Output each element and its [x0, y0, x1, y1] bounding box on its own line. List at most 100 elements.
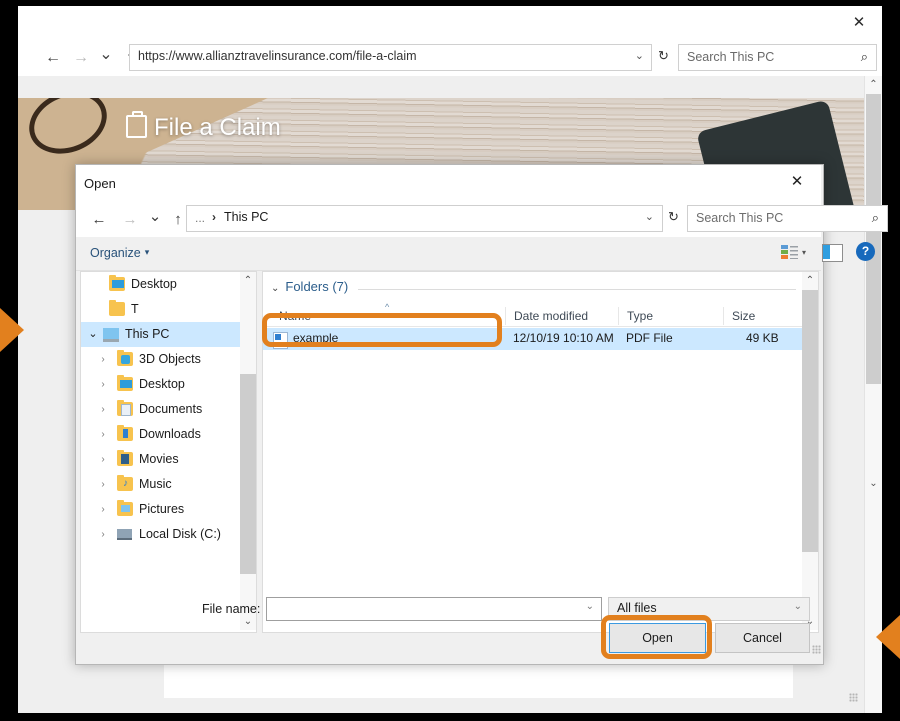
- folder-blue-icon: [117, 374, 133, 391]
- column-header-date-modified[interactable]: Date modified: [505, 307, 624, 325]
- column-header-name[interactable]: Name: [271, 307, 509, 325]
- nav-scrollbar-thumb[interactable]: [240, 374, 256, 574]
- tree-item-t[interactable]: T: [81, 297, 256, 322]
- chevron-down-icon[interactable]: ⌄: [794, 601, 802, 612]
- navigation-pane-scrollbar[interactable]: ⌃ ⌄: [240, 272, 256, 630]
- breadcrumb-current[interactable]: This PC: [224, 210, 268, 224]
- close-icon[interactable]: ✕: [842, 12, 876, 34]
- group-header[interactable]: ⌄ Folders (7): [271, 279, 348, 294]
- scroll-down-icon[interactable]: ⌄: [865, 475, 882, 492]
- folder-3d-icon: [117, 349, 133, 366]
- tree-twisty[interactable]: ›: [97, 522, 109, 547]
- list-scrollbar-thumb[interactable]: [802, 290, 818, 552]
- tree-item-desktop[interactable]: › Desktop: [81, 372, 256, 397]
- tree-item-label: T: [131, 302, 139, 316]
- scroll-up-icon[interactable]: ⌃: [802, 272, 818, 289]
- organize-button[interactable]: Organize ▾: [90, 246, 149, 260]
- tree-item-3d-objects[interactable]: › 3D Objects: [81, 347, 256, 372]
- chevron-down-icon[interactable]: ⌄: [271, 283, 279, 294]
- file-name-input[interactable]: ⌄: [266, 597, 602, 621]
- organize-label: Organize: [90, 246, 141, 260]
- page-footer-band: [18, 698, 865, 713]
- open-file-dialog: Open ✕ ← → ⌄ ↑ ... › This PC ⌄ ↻ Search …: [75, 164, 888, 665]
- table-row[interactable]: example 12/10/19 10:10 AM PDF File 49 KB: [263, 328, 802, 350]
- view-tile-1: [781, 245, 788, 249]
- forward-icon[interactable]: →: [119, 209, 141, 231]
- tree-item-pictures[interactable]: › Pictures: [81, 497, 256, 522]
- file-type-filter[interactable]: All files ⌄: [608, 597, 810, 621]
- open-button[interactable]: Open: [609, 623, 706, 653]
- folder-docs-icon: [117, 399, 133, 416]
- tree-item-movies[interactable]: › Movies: [81, 447, 256, 472]
- annotation-arrow-left-icon: [0, 308, 24, 352]
- file-list-pane: ⌄ Folders (7) Name Date modified Type Siz…: [262, 271, 819, 633]
- tree-item-label: 3D Objects: [139, 352, 201, 366]
- tree-item-label: Local Disk (C:): [139, 527, 221, 541]
- group-header-label: Folders (7): [285, 279, 349, 294]
- close-icon[interactable]: ✕: [777, 169, 817, 195]
- back-icon[interactable]: ←: [88, 209, 110, 231]
- tree-twisty[interactable]: ›: [97, 397, 109, 422]
- tree-item-label: This PC: [125, 327, 170, 341]
- column-header-type[interactable]: Type: [618, 307, 727, 325]
- folder-music-icon: ♪: [117, 474, 133, 491]
- tree-item-label: Music: [139, 477, 172, 491]
- chevron-down-icon[interactable]: ⌄: [645, 210, 654, 223]
- preview-pane-icon[interactable]: [822, 244, 843, 262]
- cancel-button[interactable]: Cancel: [715, 623, 810, 653]
- forward-icon[interactable]: →: [70, 47, 92, 69]
- this-pc-icon: [103, 328, 119, 342]
- tree-twisty[interactable]: ›: [97, 372, 109, 397]
- view-options-icon[interactable]: [781, 245, 799, 261]
- breadcrumb[interactable]: ... › This PC ⌄: [186, 205, 663, 232]
- view-tile-2: [781, 250, 788, 254]
- chevron-down-icon[interactable]: ⌄: [586, 601, 594, 612]
- tree-twisty[interactable]: ›: [97, 347, 109, 372]
- dialog-resize-grip[interactable]: [812, 645, 821, 654]
- pdf-file-icon: [273, 332, 288, 349]
- page-scrollbar-thumb[interactable]: [866, 94, 881, 384]
- group-divider: [358, 289, 796, 290]
- help-icon[interactable]: ?: [856, 242, 875, 261]
- dialog-search-input[interactable]: Search This PC ⌕: [687, 205, 888, 232]
- tree-twisty[interactable]: ›: [97, 447, 109, 472]
- tree-item-documents[interactable]: › Documents: [81, 397, 256, 422]
- chevron-down-icon[interactable]: ⌄: [144, 206, 166, 228]
- chevron-down-icon[interactable]: ▾: [802, 248, 806, 257]
- tree-item-local-disk-c[interactable]: › Local Disk (C:): [81, 522, 256, 547]
- browser-nav-bar: ← → ⌄ ↑ https://www.allianztravelinsuran…: [18, 39, 882, 76]
- tree-item-music[interactable]: › ♪ Music: [81, 472, 256, 497]
- dialog-search-placeholder: Search This PC: [696, 211, 784, 225]
- breadcrumb-prefix[interactable]: ...: [195, 211, 205, 225]
- dialog-title-bar: Open ✕: [76, 165, 821, 201]
- view-tile-3: [781, 255, 788, 259]
- tree-twisty[interactable]: ›: [97, 422, 109, 447]
- reload-icon[interactable]: ↻: [668, 209, 679, 225]
- briefcase-icon: [126, 111, 147, 138]
- scroll-up-icon[interactable]: ⌃: [865, 76, 882, 93]
- browser-title-bar: ✕: [18, 6, 882, 39]
- chevron-down-icon[interactable]: ⌄: [95, 44, 117, 66]
- folder-movies-icon: [117, 449, 133, 466]
- tree-item-this-pc[interactable]: ⌄ This PC: [81, 322, 256, 347]
- tree-item-downloads[interactable]: › Downloads: [81, 422, 256, 447]
- tree-twisty-expanded[interactable]: ⌄: [87, 322, 99, 347]
- scroll-up-icon[interactable]: ⌃: [240, 272, 256, 289]
- sort-indicator-icon: ^: [385, 302, 390, 312]
- file-type: PDF File: [626, 331, 673, 345]
- folder-blue-icon: [109, 274, 125, 291]
- reload-icon[interactable]: ↻: [658, 48, 669, 64]
- address-bar[interactable]: https://www.allianztravelinsurance.com/f…: [129, 44, 652, 71]
- tree-twisty[interactable]: ›: [97, 472, 109, 497]
- chevron-down-icon: ▾: [144, 247, 150, 257]
- column-header-size[interactable]: Size: [723, 307, 807, 325]
- tree-item-desktop-quick[interactable]: Desktop: [81, 272, 256, 297]
- screenshot-frame: ✕ ← → ⌄ ↑ https://www.allianztravelinsur…: [0, 0, 900, 721]
- browser-search-input[interactable]: Search This PC ⌕: [678, 44, 877, 71]
- back-icon[interactable]: ←: [42, 47, 64, 69]
- tree-twisty[interactable]: ›: [97, 497, 109, 522]
- file-size: 49 KB: [746, 331, 779, 345]
- tree-item-label: Movies: [139, 452, 179, 466]
- file-list-scrollbar[interactable]: ⌃ ⌄: [802, 272, 818, 630]
- chevron-down-icon[interactable]: ⌄: [635, 49, 644, 62]
